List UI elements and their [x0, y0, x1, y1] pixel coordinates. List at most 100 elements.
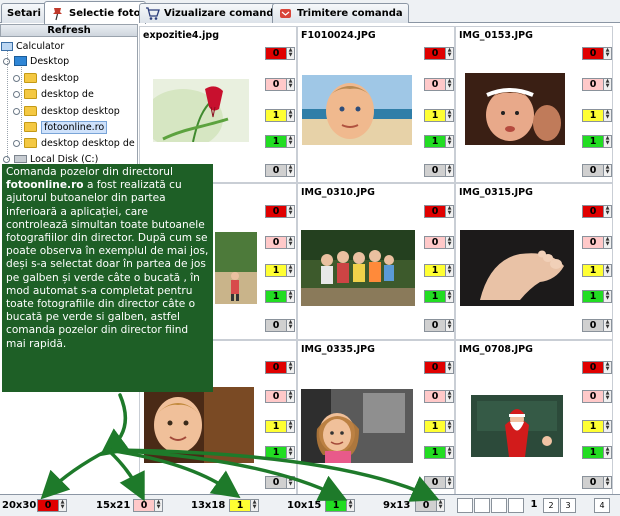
stepper-arrows-icon[interactable]: ▲ ▼: [603, 421, 611, 432]
stepper-arrows-icon[interactable]: ▲ ▼: [445, 79, 453, 90]
stepper-arrows-icon[interactable]: ▲ ▼: [445, 477, 453, 488]
photo-thumbnail[interactable]: [301, 230, 415, 306]
photo-card[interactable]: IMG_0310.JPG 0 ▲ ▼ 0 ▲ ▼ 1 ▲ ▼ 1 ▲ ▼ 0 ▲ ▼: [297, 183, 455, 340]
qty-stepper-13x18[interactable]: 1 ▲ ▼: [582, 264, 612, 277]
qty-stepper-10x15[interactable]: 1 ▲ ▼: [265, 135, 295, 148]
stepper-arrows-icon[interactable]: ▲ ▼: [603, 291, 611, 302]
photo-thumbnail[interactable]: [144, 387, 254, 463]
photo-thumbnail[interactable]: [471, 395, 563, 457]
photo-thumbnail[interactable]: [215, 232, 257, 304]
qty-stepper-15x21[interactable]: 0 ▲ ▼: [424, 78, 454, 91]
stepper-arrows-icon[interactable]: ▲ ▼: [445, 421, 453, 432]
stepper-arrows-icon[interactable]: ▲ ▼: [445, 237, 453, 248]
tab-vizualizare-comanda[interactable]: Vizualizare comanda: [139, 3, 287, 23]
stepper-arrows-icon[interactable]: ▲ ▼: [603, 320, 611, 331]
qty-stepper-13x18[interactable]: 1 ▲ ▼: [265, 264, 295, 277]
photo-thumbnail[interactable]: [153, 79, 249, 142]
stepper-arrows-icon[interactable]: ▲ ▼: [286, 48, 294, 59]
expander-icon[interactable]: [13, 90, 20, 98]
photo-card[interactable]: IMG_0153.JPG 0 ▲ ▼ 0 ▲ ▼ 1 ▲ ▼ 1 ▲ ▼ 0 ▲ ▼: [455, 26, 613, 183]
stepper-arrows-icon[interactable]: ▲ ▼: [445, 48, 453, 59]
stepper-arrows-icon[interactable]: ▲ ▼: [445, 447, 453, 458]
tree-item-desktop-desktop-de[interactable]: desktop desktop de: [13, 136, 135, 150]
stepper-arrows-icon[interactable]: ▲ ▼: [346, 500, 354, 511]
page-2-button[interactable]: 2: [543, 498, 559, 513]
pager-blank[interactable]: [508, 498, 524, 513]
qty-stepper-15x21[interactable]: 0 ▲ ▼: [424, 236, 454, 249]
stepper-arrows-icon[interactable]: ▲ ▼: [603, 477, 611, 488]
stepper-arrows-icon[interactable]: ▲ ▼: [603, 136, 611, 147]
stepper-arrows-icon[interactable]: ▲ ▼: [286, 391, 294, 402]
stepper-arrows-icon[interactable]: ▲ ▼: [603, 391, 611, 402]
photo-card[interactable]: F1010024.JPG 0 ▲ ▼ 0 ▲ ▼ 1 ▲ ▼ 1 ▲ ▼ 0 ▲ ▼: [297, 26, 455, 183]
qty-stepper-20x30[interactable]: 0 ▲ ▼: [265, 205, 295, 218]
qty-stepper-10x15[interactable]: 1 ▲ ▼: [582, 135, 612, 148]
photo-card[interactable]: IMG_0708.JPG 0 ▲ ▼ 0 ▲ ▼ 1 ▲ ▼ 1 ▲ ▼ 0 ▲ ▼: [455, 340, 613, 497]
stepper-arrows-icon[interactable]: ▲ ▼: [286, 265, 294, 276]
bulk-stepper-10x15[interactable]: 1 ▲ ▼: [325, 499, 355, 512]
qty-stepper-9x13[interactable]: 0 ▲ ▼: [424, 319, 454, 332]
qty-stepper-10x15[interactable]: 1 ▲ ▼: [424, 135, 454, 148]
qty-stepper-15x21[interactable]: 0 ▲ ▼: [582, 236, 612, 249]
photo-thumbnail[interactable]: [460, 230, 574, 306]
stepper-arrows-icon[interactable]: ▲ ▼: [445, 320, 453, 331]
bulk-stepper-13x18[interactable]: 1 ▲ ▼: [229, 499, 259, 512]
stepper-arrows-icon[interactable]: ▲ ▼: [445, 362, 453, 373]
qty-stepper-10x15[interactable]: 1 ▲ ▼: [582, 446, 612, 459]
stepper-arrows-icon[interactable]: ▲ ▼: [445, 265, 453, 276]
photo-card[interactable]: expozitie4.jpg 0 ▲ ▼ 0 ▲ ▼ 1 ▲ ▼ 1 ▲ ▼ 0 ▲ ▼: [139, 26, 297, 183]
expander-icon[interactable]: [13, 74, 20, 82]
stepper-arrows-icon[interactable]: ▲ ▼: [603, 447, 611, 458]
stepper-arrows-icon[interactable]: ▲ ▼: [445, 136, 453, 147]
qty-stepper-15x21[interactable]: 0 ▲ ▼: [265, 236, 295, 249]
stepper-arrows-icon[interactable]: ▲ ▼: [603, 237, 611, 248]
stepper-arrows-icon[interactable]: ▲ ▼: [286, 291, 294, 302]
stepper-arrows-icon[interactable]: ▲ ▼: [603, 110, 611, 121]
stepper-arrows-icon[interactable]: ▲ ▼: [286, 206, 294, 217]
photo-thumbnail[interactable]: [302, 75, 412, 145]
stepper-arrows-icon[interactable]: ▲ ▼: [286, 421, 294, 432]
tree-item-desktop-de[interactable]: desktop de: [13, 87, 94, 101]
tree-item-desktop[interactable]: Desktop: [3, 54, 69, 68]
stepper-arrows-icon[interactable]: ▲ ▼: [286, 136, 294, 147]
stepper-arrows-icon[interactable]: ▲ ▼: [286, 165, 294, 176]
stepper-arrows-icon[interactable]: ▲ ▼: [154, 500, 162, 511]
qty-stepper-10x15[interactable]: 1 ▲ ▼: [265, 446, 295, 459]
photo-thumbnail[interactable]: [301, 389, 413, 463]
stepper-arrows-icon[interactable]: ▲ ▼: [445, 291, 453, 302]
expander-icon[interactable]: [3, 57, 10, 65]
tab-trimitere-comanda[interactable]: Trimitere comanda: [272, 3, 409, 23]
qty-stepper-20x30[interactable]: 0 ▲ ▼: [424, 361, 454, 374]
qty-stepper-9x13[interactable]: 0 ▲ ▼: [265, 476, 295, 489]
qty-stepper-10x15[interactable]: 1 ▲ ▼: [582, 290, 612, 303]
pager-blank[interactable]: [457, 498, 473, 513]
expander-icon[interactable]: [3, 155, 10, 163]
qty-stepper-20x30[interactable]: 0 ▲ ▼: [582, 361, 612, 374]
stepper-arrows-icon[interactable]: ▲ ▼: [445, 165, 453, 176]
qty-stepper-15x21[interactable]: 0 ▲ ▼: [582, 78, 612, 91]
tree-item-local-disk[interactable]: Local Disk (C:): [3, 152, 98, 164]
expander-icon[interactable]: [13, 107, 20, 115]
page-4-button[interactable]: 4: [594, 498, 610, 513]
stepper-arrows-icon[interactable]: ▲ ▼: [286, 477, 294, 488]
pager-blank[interactable]: [491, 498, 507, 513]
qty-stepper-20x30[interactable]: 0 ▲ ▼: [424, 205, 454, 218]
qty-stepper-20x30[interactable]: 0 ▲ ▼: [265, 47, 295, 60]
stepper-arrows-icon[interactable]: ▲ ▼: [286, 110, 294, 121]
stepper-arrows-icon[interactable]: ▲ ▼: [445, 206, 453, 217]
qty-stepper-20x30[interactable]: 0 ▲ ▼: [424, 47, 454, 60]
qty-stepper-9x13[interactable]: 0 ▲ ▼: [582, 319, 612, 332]
qty-stepper-9x13[interactable]: 0 ▲ ▼: [265, 164, 295, 177]
page-3-button[interactable]: 3: [560, 498, 576, 513]
stepper-arrows-icon[interactable]: ▲ ▼: [250, 500, 258, 511]
stepper-arrows-icon[interactable]: ▲ ▼: [286, 320, 294, 331]
tree-item-fotoonline[interactable]: fotoonline.ro: [24, 120, 108, 134]
stepper-arrows-icon[interactable]: ▲ ▼: [603, 79, 611, 90]
qty-stepper-10x15[interactable]: 1 ▲ ▼: [265, 290, 295, 303]
photo-card[interactable]: IMG_0315.JPG 0 ▲ ▼ 0 ▲ ▼ 1 ▲ ▼ 1 ▲ ▼ 0 ▲ ▼: [455, 183, 613, 340]
photo-card[interactable]: IMG_0335.JPG 0 ▲ ▼ 0 ▲ ▼ 1 ▲ ▼ 1 ▲ ▼ 0 ▲ ▼: [297, 340, 455, 497]
qty-stepper-13x18[interactable]: 1 ▲ ▼: [265, 420, 295, 433]
qty-stepper-20x30[interactable]: 0 ▲ ▼: [265, 361, 295, 374]
qty-stepper-13x18[interactable]: 1 ▲ ▼: [582, 420, 612, 433]
qty-stepper-15x21[interactable]: 0 ▲ ▼: [265, 78, 295, 91]
